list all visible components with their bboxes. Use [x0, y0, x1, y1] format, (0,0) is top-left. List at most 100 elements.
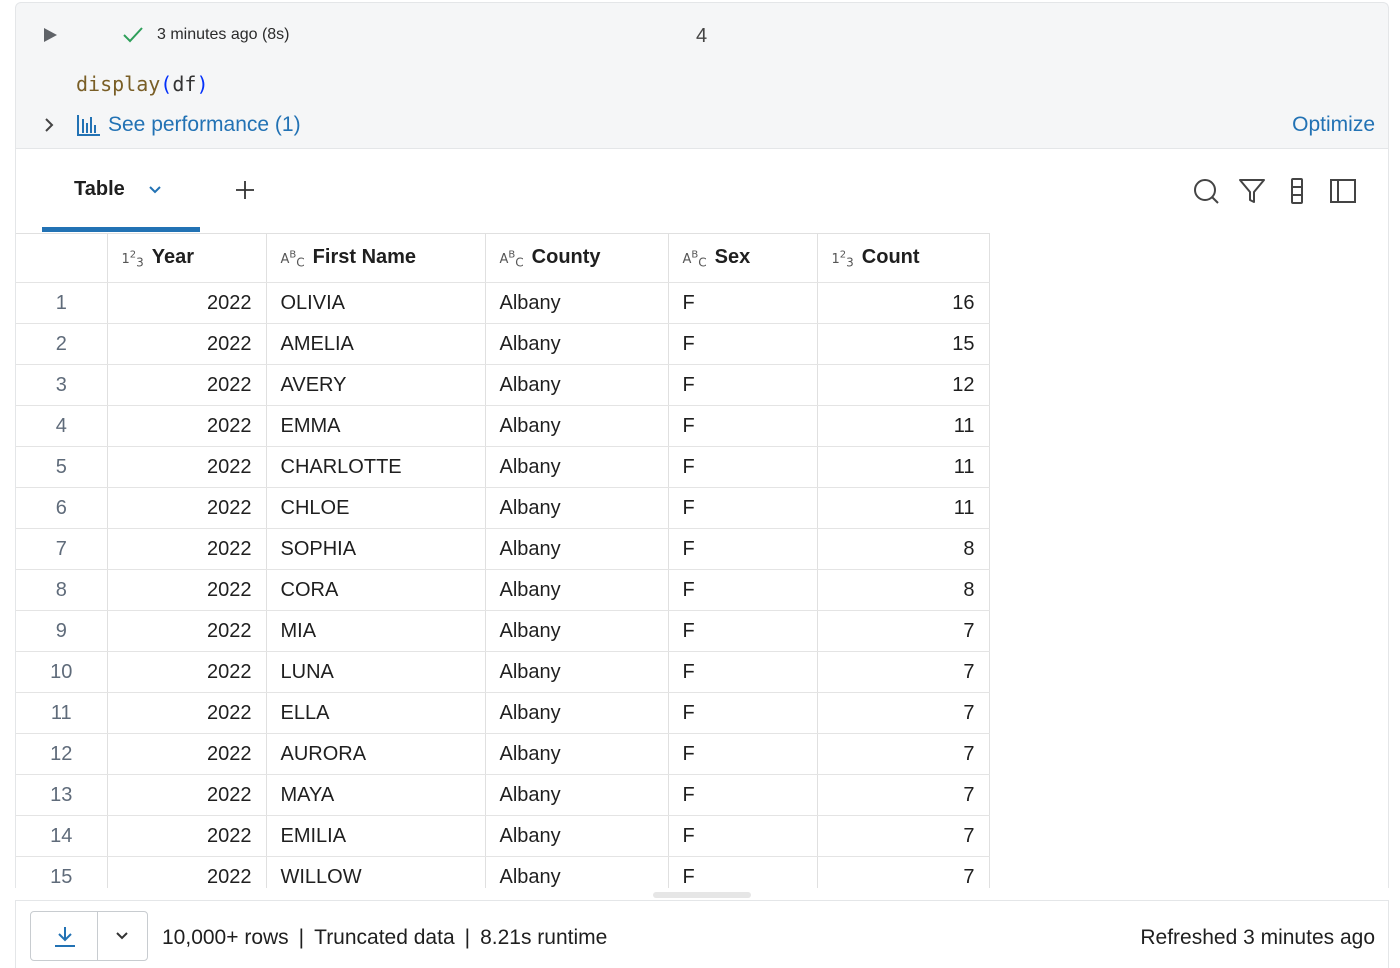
horizontal-scrollbar[interactable] — [653, 892, 751, 898]
table-cell[interactable]: WILLOW — [266, 856, 486, 888]
table-cell[interactable]: F — [668, 610, 818, 652]
table-cell[interactable]: 7 — [817, 733, 990, 775]
table-cell[interactable]: 2022 — [107, 774, 267, 816]
column-settings-icon[interactable] — [1288, 176, 1306, 206]
search-icon[interactable] — [1192, 176, 1222, 206]
table-cell[interactable]: Albany — [485, 282, 669, 324]
table-cell[interactable]: 2022 — [107, 487, 267, 529]
table-cell[interactable]: AURORA — [266, 733, 486, 775]
table-row[interactable]: 1 2022 OLIVIA Albany F 16 — [16, 282, 990, 324]
table-cell[interactable]: Albany — [485, 405, 669, 447]
table-cell[interactable]: F — [668, 651, 818, 693]
table-cell[interactable]: 2022 — [107, 692, 267, 734]
table-cell[interactable]: F — [668, 446, 818, 488]
table-cell[interactable]: 7 — [817, 815, 990, 857]
table-cell[interactable]: 2022 — [107, 651, 267, 693]
table-row[interactable]: 8 2022 CORA Albany F 8 — [16, 569, 990, 611]
table-cell[interactable]: Albany — [485, 446, 669, 488]
table-cell[interactable]: 8 — [817, 528, 990, 570]
download-icon[interactable] — [53, 925, 77, 949]
table-cell[interactable]: SOPHIA — [266, 528, 486, 570]
table-cell[interactable]: Albany — [485, 651, 669, 693]
table-cell[interactable]: 12 — [817, 364, 990, 406]
table-row[interactable]: 3 2022 AVERY Albany F 12 — [16, 364, 990, 406]
table-cell[interactable]: 2022 — [107, 856, 267, 888]
table-cell[interactable]: Albany — [485, 856, 669, 888]
filter-icon[interactable] — [1238, 176, 1266, 206]
table-cell[interactable]: Albany — [485, 815, 669, 857]
chevron-down-icon[interactable] — [115, 930, 129, 942]
table-cell[interactable]: AMELIA — [266, 323, 486, 365]
table-cell[interactable]: F — [668, 528, 818, 570]
run-icon[interactable] — [44, 28, 57, 42]
table-cell[interactable]: 11 — [817, 446, 990, 488]
table-cell[interactable]: Albany — [485, 364, 669, 406]
table-cell[interactable]: 11 — [817, 487, 990, 529]
table-cell[interactable]: CHLOE — [266, 487, 486, 529]
chevron-right-icon[interactable] — [43, 117, 55, 133]
table-cell[interactable]: F — [668, 405, 818, 447]
table-cell[interactable]: LUNA — [266, 651, 486, 693]
table-cell[interactable]: F — [668, 282, 818, 324]
table-cell[interactable]: 7 — [817, 856, 990, 888]
table-row[interactable]: 4 2022 EMMA Albany F 11 — [16, 405, 990, 447]
table-row[interactable]: 11 2022 ELLA Albany F 7 — [16, 692, 990, 734]
table-cell[interactable]: MAYA — [266, 774, 486, 816]
table-cell[interactable]: 7 — [817, 774, 990, 816]
see-performance-link[interactable]: See performance (1) — [108, 113, 301, 137]
table-cell[interactable]: Albany — [485, 692, 669, 734]
table-cell[interactable]: 8 — [817, 569, 990, 611]
table-row[interactable]: 5 2022 CHARLOTTE Albany F 11 — [16, 446, 990, 488]
table-cell[interactable]: CHARLOTTE — [266, 446, 486, 488]
column-header-year[interactable]: 123 Year — [107, 233, 267, 283]
table-cell[interactable]: Albany — [485, 487, 669, 529]
table-cell[interactable]: 2022 — [107, 528, 267, 570]
table-cell[interactable]: 2022 — [107, 610, 267, 652]
table-cell[interactable]: 2022 — [107, 323, 267, 365]
table-cell[interactable]: Albany — [485, 569, 669, 611]
table-cell[interactable]: F — [668, 856, 818, 888]
table-row[interactable]: 10 2022 LUNA Albany F 7 — [16, 651, 990, 693]
table-cell[interactable]: Albany — [485, 323, 669, 365]
table-cell[interactable]: AVERY — [266, 364, 486, 406]
table-cell[interactable]: 2022 — [107, 405, 267, 447]
sidebar-panel-icon[interactable] — [1328, 176, 1358, 206]
table-cell[interactable]: F — [668, 569, 818, 611]
table-cell[interactable]: Albany — [485, 528, 669, 570]
optimize-link[interactable]: Optimize — [1292, 113, 1375, 137]
tab-table[interactable]: Table — [74, 178, 125, 201]
table-cell[interactable]: Albany — [485, 610, 669, 652]
table-cell[interactable]: 15 — [817, 323, 990, 365]
plus-icon[interactable] — [233, 178, 257, 202]
table-cell[interactable]: F — [668, 774, 818, 816]
table-cell[interactable]: 2022 — [107, 733, 267, 775]
column-header-first-name[interactable]: ABC First Name — [266, 233, 486, 283]
table-row[interactable]: 6 2022 CHLOE Albany F 11 — [16, 487, 990, 529]
table-row[interactable]: 7 2022 SOPHIA Albany F 8 — [16, 528, 990, 570]
table-cell[interactable]: F — [668, 364, 818, 406]
table-cell[interactable]: MIA — [266, 610, 486, 652]
table-cell[interactable]: OLIVIA — [266, 282, 486, 324]
table-cell[interactable]: F — [668, 815, 818, 857]
download-button-group[interactable] — [30, 911, 148, 961]
table-row[interactable]: 13 2022 MAYA Albany F 7 — [16, 774, 990, 816]
table-row[interactable]: 12 2022 AURORA Albany F 7 — [16, 733, 990, 775]
results-table-container[interactable]: 123 Year ABC First Name ABC County ABC Sex 123 Co… — [15, 233, 990, 888]
column-header-count[interactable]: 123 Count — [817, 233, 990, 283]
table-row[interactable]: 2 2022 AMELIA Albany F 15 — [16, 323, 990, 365]
table-cell[interactable]: CORA — [266, 569, 486, 611]
chevron-down-icon[interactable] — [148, 184, 162, 196]
table-cell[interactable]: 11 — [817, 405, 990, 447]
column-header-sex[interactable]: ABC Sex — [668, 233, 818, 283]
table-cell[interactable]: F — [668, 733, 818, 775]
table-cell[interactable]: F — [668, 323, 818, 365]
table-cell[interactable]: 2022 — [107, 282, 267, 324]
table-row[interactable]: 14 2022 EMILIA Albany F 7 — [16, 815, 990, 857]
table-cell[interactable]: 7 — [817, 692, 990, 734]
table-cell[interactable]: EMMA — [266, 405, 486, 447]
table-cell[interactable]: F — [668, 487, 818, 529]
table-cell[interactable]: Albany — [485, 774, 669, 816]
table-cell[interactable]: 2022 — [107, 446, 267, 488]
table-cell[interactable]: 16 — [817, 282, 990, 324]
column-header-county[interactable]: ABC County — [485, 233, 669, 283]
